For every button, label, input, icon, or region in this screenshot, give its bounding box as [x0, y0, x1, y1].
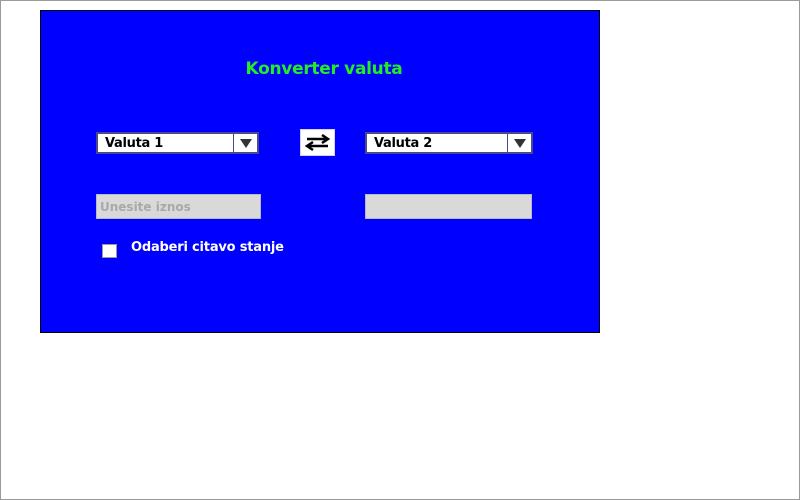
- result-field[interactable]: [365, 194, 532, 219]
- to-currency-select[interactable]: Valuta 2: [365, 132, 533, 154]
- from-currency-selected-label: Valuta 1: [105, 136, 163, 151]
- chevron-down-icon[interactable]: [233, 134, 257, 152]
- whole-balance-checkbox-label[interactable]: Odaberi citavo stanje: [131, 240, 284, 255]
- chevron-down-icon[interactable]: [507, 134, 531, 152]
- swap-arrows-icon: [304, 133, 331, 152]
- amount-input[interactable]: [96, 194, 261, 219]
- swap-currencies-button[interactable]: [300, 129, 335, 156]
- from-currency-select[interactable]: Valuta 1: [96, 132, 259, 154]
- to-currency-selected-label: Valuta 2: [374, 136, 432, 151]
- whole-balance-checkbox[interactable]: [102, 244, 117, 258]
- page-title: Konverter valuta: [245, 59, 403, 79]
- converter-panel: Konverter valuta Valuta 1 Valuta 2 Odabe…: [40, 10, 600, 333]
